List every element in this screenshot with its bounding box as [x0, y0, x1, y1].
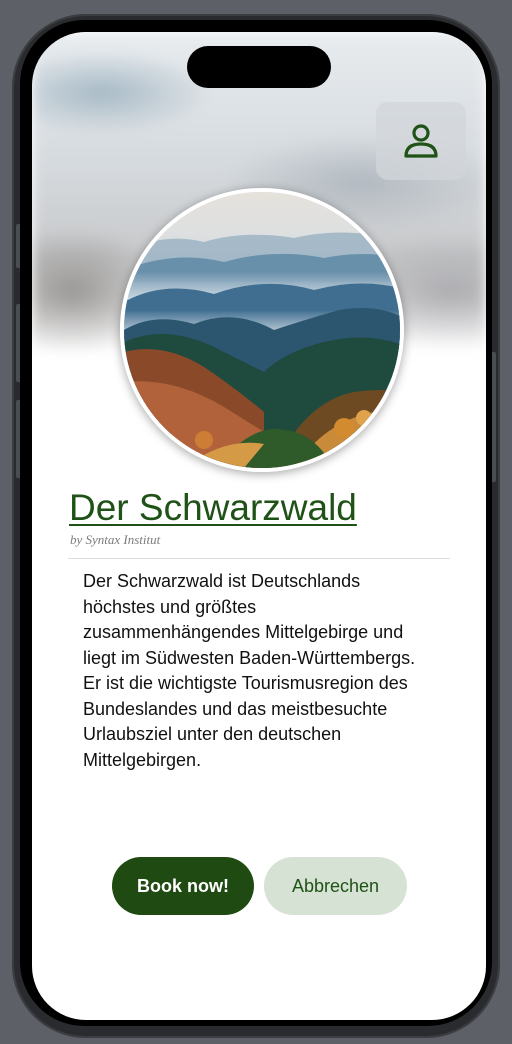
hero-image — [120, 188, 404, 472]
person-icon — [404, 124, 438, 158]
article-description: Der Schwarzwald ist Deutschlands höchste… — [83, 571, 416, 770]
author-byline: by Syntax Institut — [70, 532, 161, 547]
mountain-landscape-image — [124, 192, 400, 468]
divider — [68, 558, 450, 559]
page-title[interactable]: Der Schwarzwald — [69, 487, 357, 529]
dynamic-island — [187, 46, 331, 88]
book-now-button[interactable]: Book now! — [112, 857, 254, 915]
app-screen: Der Schwarzwald by Syntax Institut Der S… — [32, 32, 486, 1020]
cancel-button[interactable]: Abbrechen — [264, 857, 407, 915]
profile-button[interactable] — [376, 102, 466, 180]
